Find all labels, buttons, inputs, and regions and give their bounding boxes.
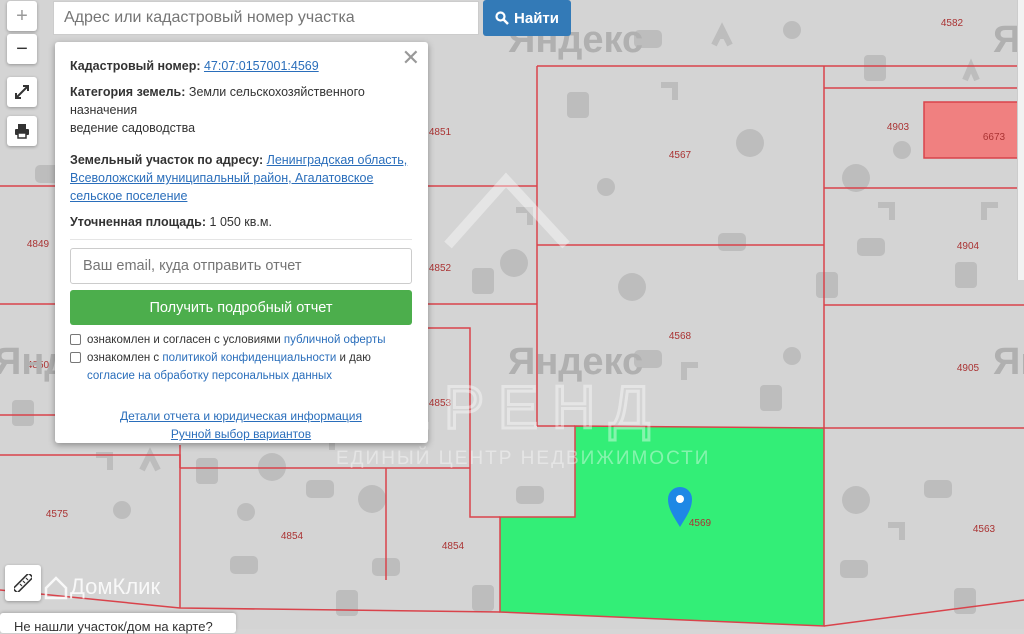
printer-icon bbox=[15, 124, 29, 139]
expand-icon bbox=[15, 85, 29, 99]
land-usage-value: ведение садоводства bbox=[70, 121, 196, 135]
area-row: Уточненная площадь: 1 050 кв.м. bbox=[70, 213, 412, 231]
not-found-bar[interactable]: Не нашли участок/дом на карте? bbox=[0, 613, 236, 634]
parcel-label: 4568 bbox=[669, 331, 692, 342]
parcel-label: 4854 bbox=[281, 531, 304, 542]
address-search-input[interactable] bbox=[53, 1, 479, 35]
parcel-label: 4851 bbox=[429, 127, 452, 138]
area-value: 1 050 кв.м. bbox=[209, 215, 272, 229]
parcel-label: 4569 bbox=[689, 518, 712, 529]
domclick-logo-text: ДомКлик bbox=[70, 574, 160, 599]
cadastral-number-label: Кадастровый номер: bbox=[70, 59, 201, 73]
report-details-link[interactable]: Детали отчета и юридическая информация bbox=[120, 409, 362, 423]
consent-privacy-row: ознакомлен с политикой конфиденциальност… bbox=[70, 349, 412, 385]
land-category-row: Категория земель: Земли сельскохозяйстве… bbox=[70, 83, 412, 137]
popup-footer-links: Детали отчета и юридическая информация Р… bbox=[70, 407, 412, 443]
parcel-label: 4852 bbox=[429, 263, 452, 274]
parcel-label: 4904 bbox=[957, 241, 980, 252]
address-row: Земельный участок по адресу: Ленинградск… bbox=[70, 151, 412, 205]
parcel-label: 4582 bbox=[941, 18, 964, 29]
parcel-label: 4849 bbox=[27, 239, 50, 250]
privacy-policy-link[interactable]: политикой конфиденциальности bbox=[162, 352, 336, 364]
email-input[interactable] bbox=[70, 248, 412, 284]
cadastral-number-link[interactable]: 47:07:0157001:4569 bbox=[204, 59, 319, 73]
manual-selection-link[interactable]: Ручной выбор вариантов bbox=[171, 427, 311, 441]
yandex-watermark-center-right: Яндекс bbox=[993, 341, 1024, 383]
ruler-icon bbox=[14, 574, 32, 592]
parcel-label: 4563 bbox=[973, 524, 996, 535]
search-button[interactable]: Найти bbox=[483, 0, 571, 36]
personal-data-consent-link[interactable]: согласие на обработку персональных данны… bbox=[87, 370, 332, 382]
parcel-label: 4567 bbox=[669, 150, 692, 161]
public-offer-link[interactable]: публичной оферты bbox=[284, 334, 386, 346]
zoom-in-button[interactable]: + bbox=[7, 1, 37, 31]
close-icon[interactable]: ✕ bbox=[402, 46, 420, 70]
parcel-label: 4903 bbox=[887, 122, 910, 133]
search-button-label: Найти bbox=[514, 9, 559, 27]
consent-offer-checkbox[interactable] bbox=[70, 334, 81, 345]
search-icon bbox=[495, 11, 509, 25]
consent-privacy-label-b: и даю bbox=[339, 352, 371, 364]
consent-privacy-text: ознакомлен с политикой конфиденциальност… bbox=[87, 349, 412, 385]
get-report-button[interactable]: Получить подробный отчет bbox=[70, 290, 412, 325]
land-category-label: Категория земель: bbox=[70, 85, 186, 99]
zoom-out-button[interactable]: − bbox=[7, 34, 37, 64]
consent-privacy-label-a: ознакомлен с bbox=[87, 352, 160, 364]
fullscreen-button[interactable] bbox=[7, 77, 37, 107]
consent-offer-row: ознакомлен и согласен с условиями публич… bbox=[70, 331, 412, 349]
area-label: Уточненная площадь: bbox=[70, 215, 207, 229]
parcel-label: 4575 bbox=[46, 509, 69, 520]
ruler-button[interactable] bbox=[5, 565, 41, 601]
consent-privacy-checkbox[interactable] bbox=[70, 352, 81, 363]
parcel-label: 4905 bbox=[957, 363, 980, 374]
consent-offer-label: ознакомлен и согласен с условиями bbox=[87, 334, 281, 346]
parcel-info-popup: ✕ Кадастровый номер: 47:07:0157001:4569 … bbox=[55, 42, 428, 443]
parcel-label: 6673 bbox=[983, 132, 1006, 143]
map-scrollbar[interactable] bbox=[1017, 0, 1024, 280]
consent-offer-text: ознакомлен и согласен с условиями публич… bbox=[87, 331, 386, 349]
cadastral-number-row: Кадастровый номер: 47:07:0157001:4569 bbox=[70, 57, 412, 75]
parcel-6673[interactable] bbox=[923, 101, 1024, 159]
brand-watermark-tagline: ЕДИНЫЙ ЦЕНТР НЕДВИЖИМОСТИ bbox=[336, 447, 710, 469]
print-button[interactable] bbox=[7, 116, 37, 146]
brand-watermark-name: ЕРЕНД bbox=[390, 374, 664, 441]
parcel-label: 4854 bbox=[442, 541, 465, 552]
address-label: Земельный участок по адресу: bbox=[70, 153, 264, 167]
divider bbox=[70, 239, 412, 240]
